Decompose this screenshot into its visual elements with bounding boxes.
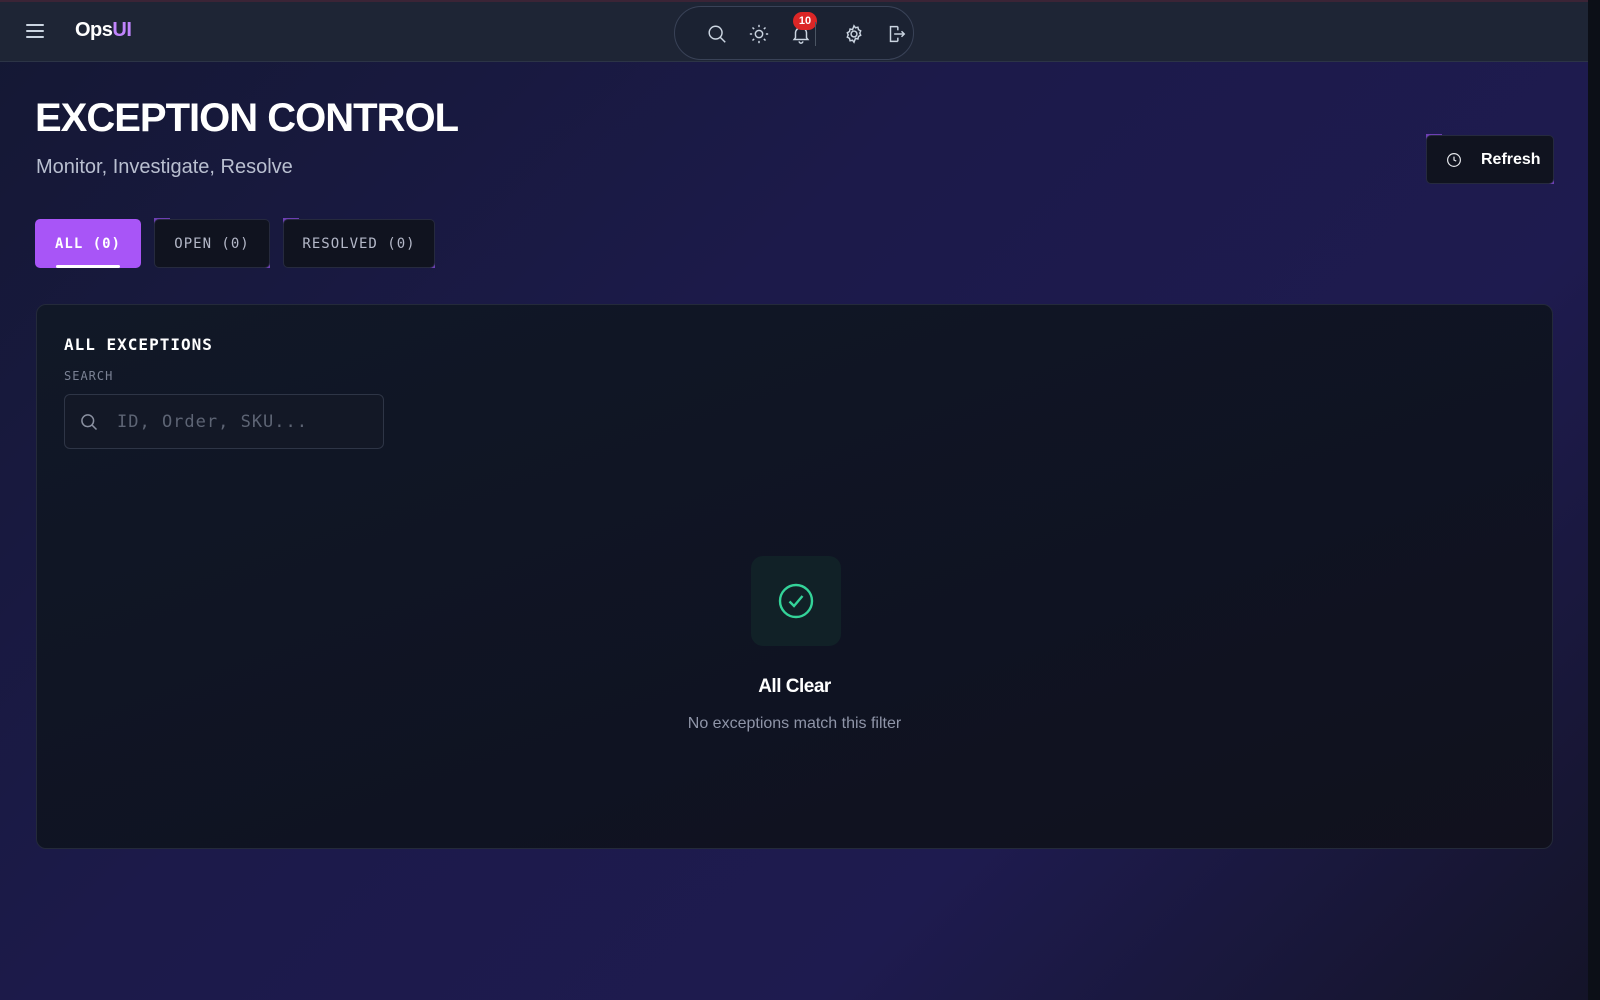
- check-circle-icon: [751, 556, 841, 646]
- tab-open-label: OPEN (0): [174, 235, 250, 252]
- panel-title: ALL EXCEPTIONS: [64, 335, 213, 354]
- tab-resolved-label: RESOLVED (0): [302, 235, 416, 252]
- hamburger-menu-icon[interactable]: [26, 24, 44, 38]
- clock-icon: [1445, 151, 1463, 169]
- tab-resolved[interactable]: RESOLVED (0): [283, 219, 435, 268]
- refresh-label: Refresh: [1481, 150, 1541, 168]
- exceptions-panel: ALL EXCEPTIONS SEARCH All Clear No excep…: [36, 304, 1553, 849]
- top-bar: OpsUI 10: [0, 0, 1588, 62]
- tab-all-label: ALL (0): [54, 235, 121, 252]
- brand-logo[interactable]: OpsUI: [75, 19, 132, 42]
- empty-state-title: All Clear: [758, 676, 831, 697]
- search-label: SEARCH: [64, 369, 114, 383]
- gear-icon[interactable]: [841, 21, 867, 47]
- search-icon: [79, 412, 99, 432]
- search-icon[interactable]: [704, 21, 730, 47]
- sun-icon[interactable]: [746, 21, 772, 47]
- page-subtitle: Monitor, Investigate, Resolve: [36, 156, 293, 178]
- brand-name-part1: Ops: [75, 19, 113, 41]
- toolbar-divider: [815, 22, 816, 46]
- window-edge: [1588, 0, 1600, 1000]
- toolbar-icon-group: 10: [674, 6, 914, 60]
- tab-open[interactable]: OPEN (0): [154, 219, 270, 268]
- brand-name-part2: UI: [112, 19, 132, 41]
- page-title: EXCEPTION CONTROL: [35, 96, 459, 140]
- empty-state-message: No exceptions match this filter: [687, 715, 902, 732]
- notification-badge: 10: [793, 12, 817, 30]
- logout-icon[interactable]: [883, 21, 909, 47]
- active-tab-indicator: [56, 265, 120, 268]
- refresh-button[interactable]: Refresh: [1426, 135, 1554, 184]
- tab-all[interactable]: ALL (0): [35, 219, 141, 268]
- search-input[interactable]: [117, 395, 377, 448]
- search-field[interactable]: [64, 394, 384, 449]
